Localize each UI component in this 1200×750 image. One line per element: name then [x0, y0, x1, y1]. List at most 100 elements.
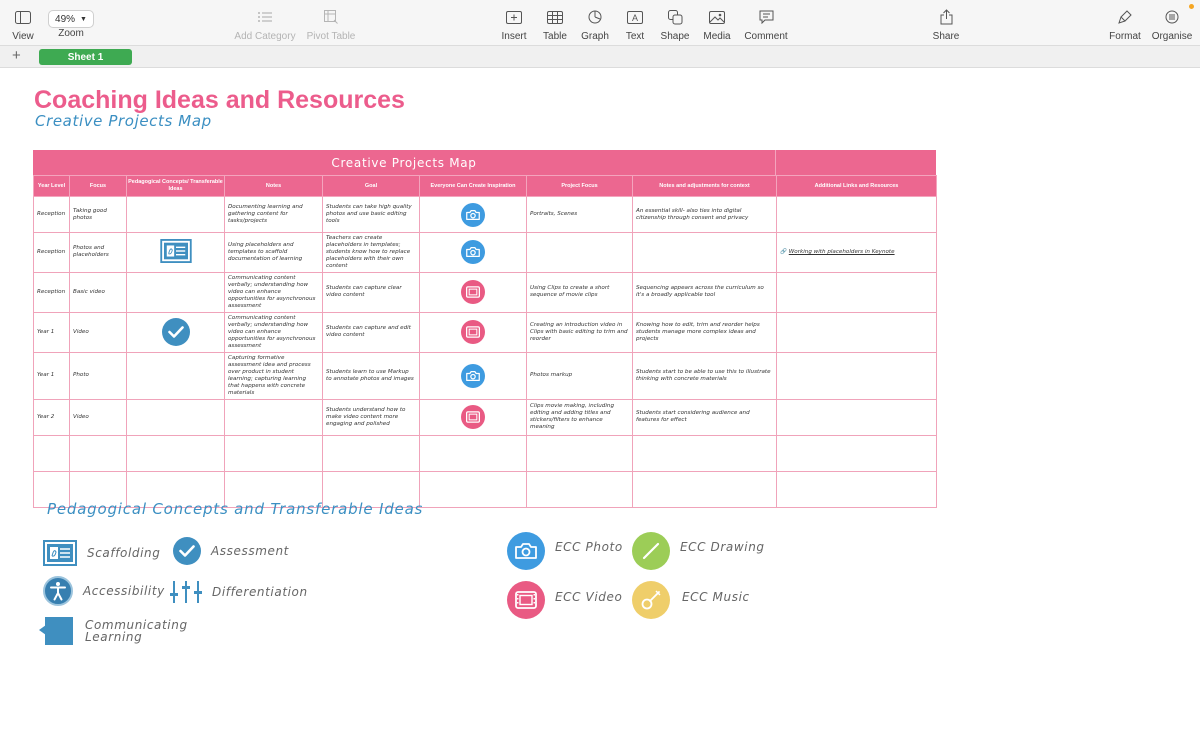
legend-ecc-video: ECC Video — [507, 581, 622, 619]
cell-project-focus[interactable] — [526, 232, 633, 273]
photo-icon — [706, 6, 728, 28]
cell-inspiration[interactable] — [419, 470, 527, 508]
cell-goal[interactable]: Students can capture clear video content — [322, 271, 420, 313]
cell-project-focus[interactable]: Portraits, Scenes — [526, 196, 633, 233]
cell-inspiration[interactable] — [419, 311, 527, 353]
cell-adjustments[interactable]: An essential skill- also ties into digit… — [632, 196, 777, 233]
header-year-level: Year Level — [33, 175, 70, 197]
cell-concept[interactable] — [126, 196, 225, 233]
table-icon — [544, 6, 566, 28]
legend-ecc-photo-label: ECC Photo — [555, 540, 623, 554]
speech-bubble-icon — [39, 617, 73, 645]
table-title-row: Creative Projects Map — [33, 150, 936, 175]
cell-inspiration[interactable] — [419, 398, 527, 436]
legend-scaffolding-label: Scaffolding — [87, 546, 161, 560]
comment-button[interactable]: Comment — [736, 6, 796, 42]
text-label: Text — [625, 31, 645, 42]
zoom-button[interactable]: Zoom — [41, 28, 101, 39]
cell-inspiration[interactable] — [419, 434, 527, 472]
cell-project-focus[interactable] — [526, 470, 633, 508]
cell-links[interactable] — [776, 196, 937, 233]
cell-inspiration[interactable] — [419, 196, 527, 233]
cell-project-focus[interactable]: Using Clips to create a short sequence o… — [526, 271, 633, 313]
cell-links[interactable]: 🔗 Working with placeholders in Keynote — [776, 232, 937, 273]
cell-adjustments[interactable]: Students start to be able to use this to… — [632, 351, 777, 400]
cell-inspiration[interactable] — [419, 271, 527, 313]
paintbrush-icon — [1114, 6, 1136, 28]
cell-adjustments[interactable] — [632, 434, 777, 472]
cell-inspiration[interactable] — [419, 232, 527, 273]
cell-links[interactable] — [776, 398, 937, 436]
cell-concept[interactable] — [126, 351, 225, 400]
cell-goal[interactable] — [322, 434, 420, 472]
cell-year[interactable]: Year 1 — [33, 351, 70, 400]
cell-year[interactable]: Reception — [33, 232, 70, 273]
cell-year[interactable]: Year 2 — [33, 398, 70, 436]
cell-focus[interactable]: Taking good photos — [69, 196, 127, 233]
cell-goal[interactable]: Teachers can create placeholders in temp… — [322, 232, 420, 273]
cell-links[interactable] — [776, 271, 937, 313]
cell-concept[interactable] — [126, 232, 225, 273]
cell-notes[interactable]: Capturing formative assessment idea and … — [224, 351, 323, 400]
cell-focus[interactable]: Video — [69, 398, 127, 436]
pivot-table-button[interactable]: Pivot Table — [301, 6, 361, 42]
header-adjustments: Notes and adjustments for context — [632, 175, 777, 197]
table-title: Creative Projects Map — [33, 150, 776, 175]
organise-button[interactable]: Organise — [1142, 6, 1200, 42]
cell-adjustments[interactable]: Knowing how to edit, trim and reorder he… — [632, 311, 777, 353]
cell-inspiration[interactable] — [419, 351, 527, 400]
zoom-label: Zoom — [58, 28, 84, 39]
cell-concept[interactable] — [126, 311, 225, 353]
toolbar: View 49% ▼ Zoom Add Category Pivot Table… — [0, 0, 1200, 46]
cell-adjustments[interactable]: Students start considering audience and … — [632, 398, 777, 436]
cell-focus[interactable]: Video — [69, 311, 127, 353]
cell-notes[interactable]: Documenting learning and gathering conte… — [224, 196, 323, 233]
cell-links[interactable] — [776, 434, 937, 472]
cell-focus[interactable]: Basic video — [69, 271, 127, 313]
cell-adjustments[interactable] — [632, 232, 777, 273]
cell-focus[interactable]: Photo — [69, 351, 127, 400]
sheet-tab-1[interactable]: Sheet 1 — [39, 49, 132, 65]
cell-goal[interactable]: Students learn to use Markup to annotate… — [322, 351, 420, 400]
text-box-icon: A — [624, 6, 646, 28]
cell-adjustments[interactable] — [632, 470, 777, 508]
cell-year[interactable] — [33, 434, 70, 472]
cell-links[interactable] — [776, 311, 937, 353]
add-category-button[interactable]: Add Category — [234, 6, 296, 42]
cell-goal[interactable]: Students can capture and edit video cont… — [322, 311, 420, 353]
cell-concept[interactable] — [126, 398, 225, 436]
cell-year[interactable]: Reception — [33, 196, 70, 233]
cell-notes[interactable]: Using placeholders and templates to scaf… — [224, 232, 323, 273]
cell-project-focus[interactable]: Photos markup — [526, 351, 633, 400]
cell-notes[interactable] — [224, 398, 323, 436]
insert-label: Insert — [501, 31, 527, 42]
cell-project-focus[interactable]: Creating an introduction video in Clips … — [526, 311, 633, 353]
cell-concept[interactable] — [126, 434, 225, 472]
add-category-label: Add Category — [234, 31, 296, 42]
zoom-popup[interactable]: 49% ▼ — [48, 10, 94, 28]
cell-year[interactable]: Reception — [33, 271, 70, 313]
cell-project-focus[interactable] — [526, 434, 633, 472]
share-button[interactable]: Share — [916, 6, 976, 42]
creative-projects-table[interactable]: Creative Projects Map Year Level Focus P… — [33, 150, 937, 508]
legend-title: Pedagogical Concepts and Transferable Id… — [47, 500, 424, 518]
cell-project-focus[interactable]: Clips movie making, including editing an… — [526, 398, 633, 436]
chevron-down-icon: ▼ — [80, 15, 87, 23]
sheet-bar: + Sheet 1 — [0, 46, 1200, 68]
cell-concept[interactable] — [126, 271, 225, 313]
cell-notes[interactable]: Communicating content verbally; understa… — [224, 271, 323, 313]
cell-adjustments[interactable]: Sequencing appears across the curriculum… — [632, 271, 777, 313]
cell-focus[interactable]: Photos and placeholders — [69, 232, 127, 273]
cell-focus[interactable] — [69, 434, 127, 472]
resource-link[interactable]: Working with placeholders in Keynote — [789, 249, 895, 255]
cell-links[interactable] — [776, 351, 937, 400]
cell-notes[interactable] — [224, 434, 323, 472]
cell-goal[interactable]: Students understand how to make video co… — [322, 398, 420, 436]
cell-goal[interactable]: Students can take high quality photos an… — [322, 196, 420, 233]
share-icon — [935, 6, 957, 28]
shape-icon — [664, 6, 686, 28]
cell-year[interactable]: Year 1 — [33, 311, 70, 353]
cell-links[interactable] — [776, 470, 937, 508]
add-sheet-button[interactable]: + — [12, 47, 21, 64]
cell-notes[interactable]: Communicating content verbally; understa… — [224, 311, 323, 353]
